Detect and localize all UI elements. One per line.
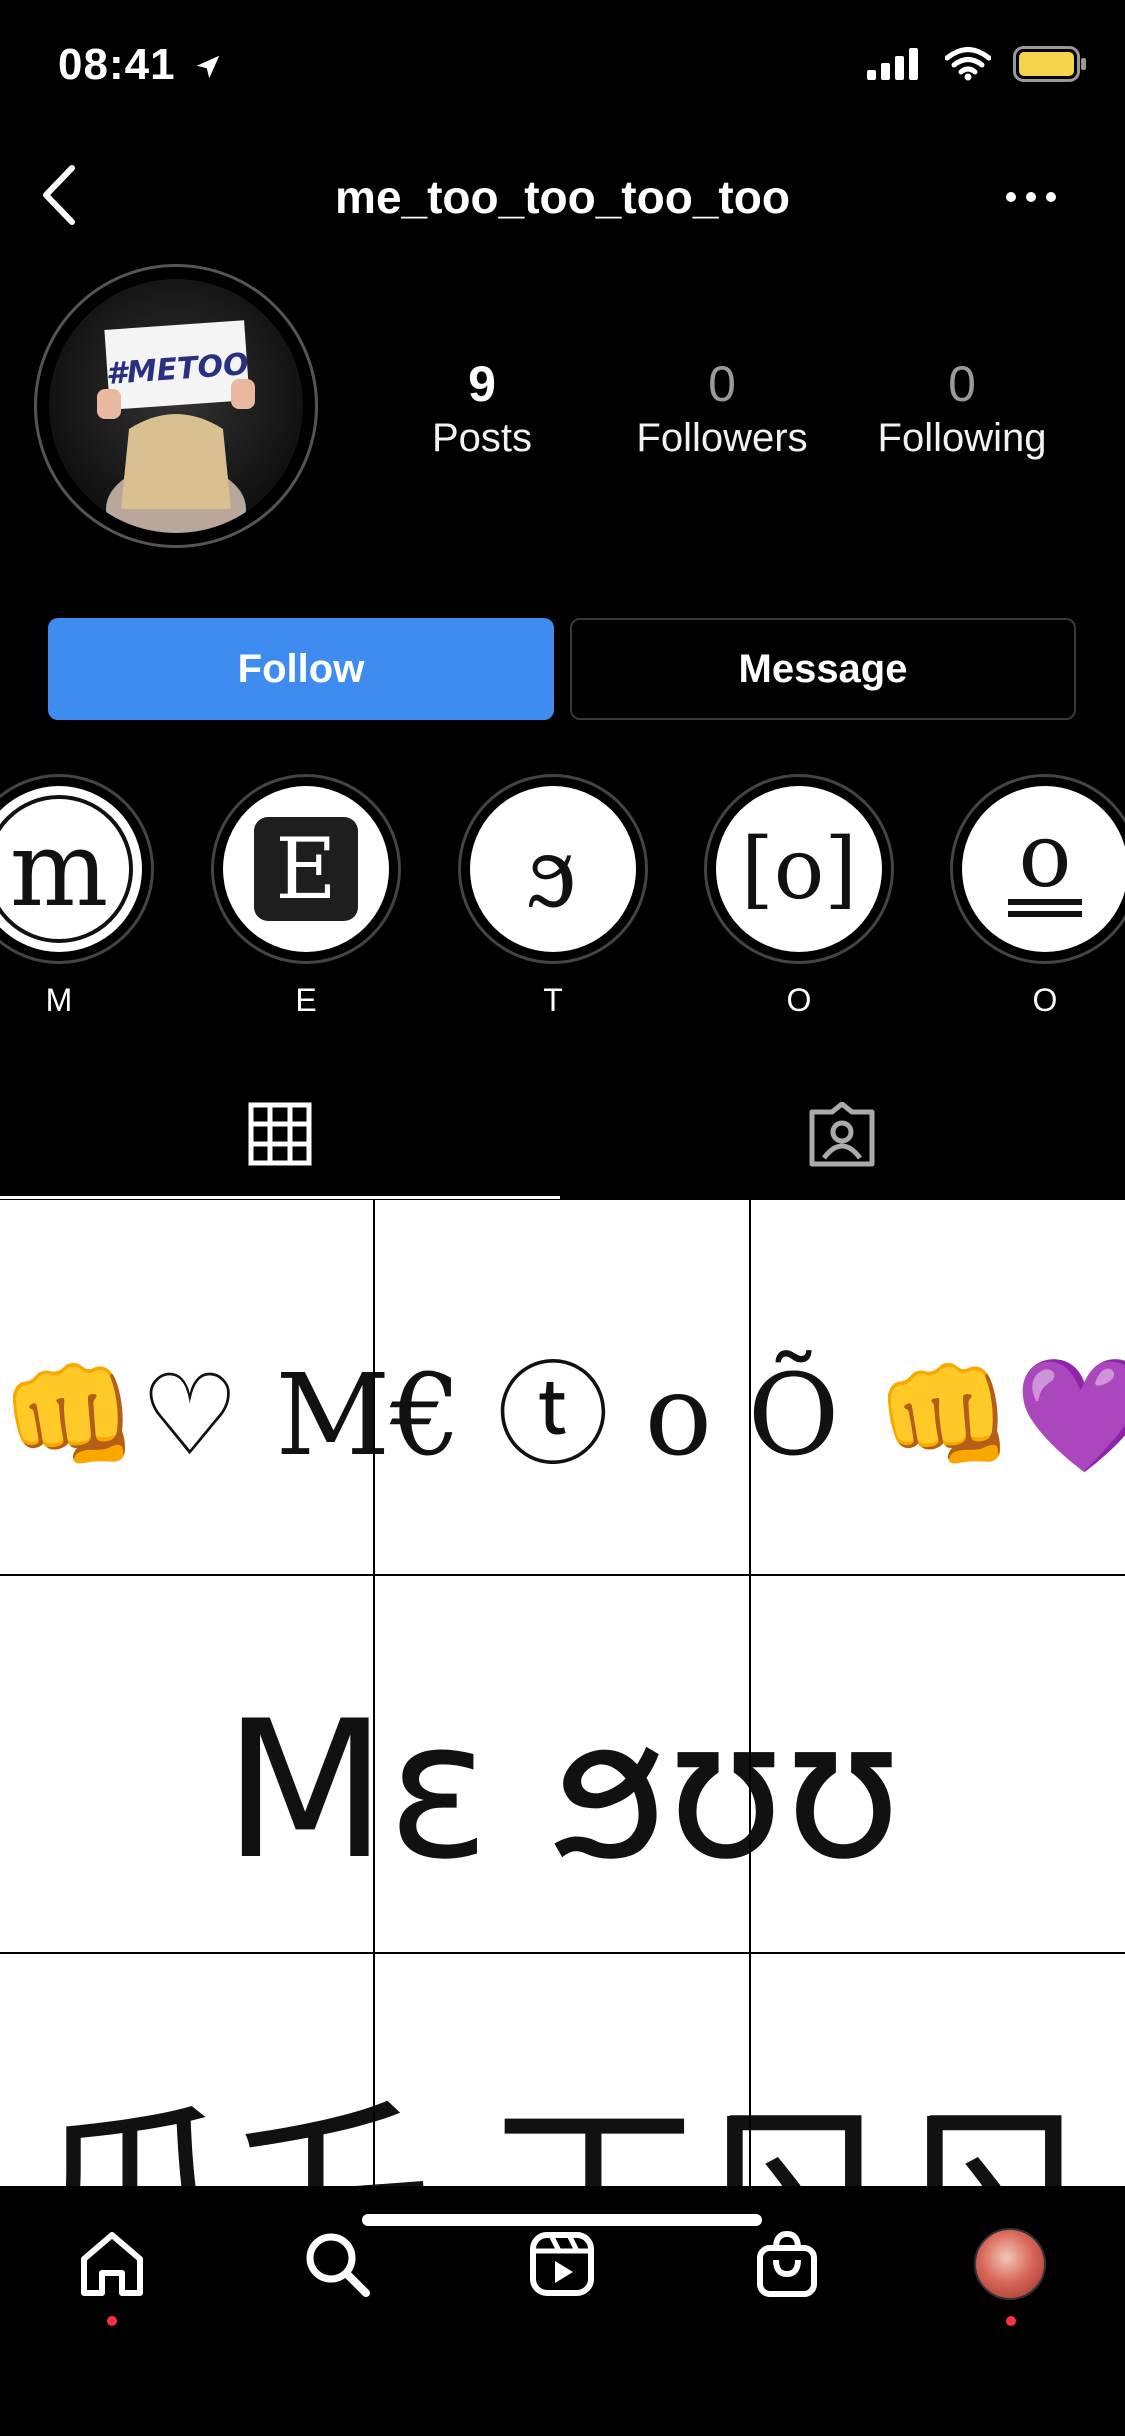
grid-post[interactable] [751,1200,1125,1574]
nav-search[interactable] [297,2224,377,2304]
following-label: Following [877,416,1047,460]
notification-dot [107,2316,117,2326]
nav-profile[interactable] [970,2224,1050,2304]
grid-post[interactable] [0,1576,373,1952]
reels-icon [530,2232,594,2296]
highlight-e[interactable]: E [211,774,401,964]
grid-post[interactable] [375,1576,749,1952]
nav-reels[interactable] [522,2224,602,2304]
nav-shop[interactable] [747,2224,827,2304]
highlight-glyph: ϧ [470,786,636,952]
highlight-cover: o [962,786,1125,952]
grid-icon[interactable] [248,1102,312,1166]
followers-count: 0 [708,356,736,412]
signal-icon [867,48,918,80]
follow-button[interactable]: Follow [48,618,554,720]
message-button[interactable]: Message [570,618,1076,720]
notification-dot [1006,2316,1016,2326]
followers-label: Followers [636,416,808,460]
grid-post[interactable] [0,1200,373,1574]
grid-post[interactable] [751,1576,1125,1952]
highlight-cover: E [223,786,389,952]
posts-count: 9 [468,356,496,412]
home-icon [81,2232,143,2296]
active-tab-indicator [0,1196,560,1199]
status-time-text: 08:41 [58,40,176,89]
grid-post[interactable] [375,1200,749,1574]
stat-posts[interactable]: 9 Posts [372,355,592,463]
status-icons [867,46,1087,82]
highlight-label: O [1032,982,1058,1018]
highlight-label: T [543,982,563,1018]
highlight-label: O [786,982,812,1018]
highlight-m[interactable]: m [0,774,154,964]
location-arrow-icon [196,56,220,79]
nav-home[interactable] [72,2224,152,2304]
more-options-icon[interactable] [1001,182,1061,212]
underline-bar [1008,899,1082,905]
highlight-cover: m [0,786,142,952]
wifi-icon [945,47,991,81]
avatar-illustration: #METOO [97,320,255,533]
highlight-label: E [295,982,317,1018]
search-icon [306,2233,370,2297]
stat-followers[interactable]: 0 Followers [612,355,832,463]
highlight-label: M [45,982,73,1018]
avatar-photo: #METOO [49,279,303,533]
following-count: 0 [948,356,976,412]
highlight-glyph: E [254,817,358,921]
status-time: 08:41 [58,40,223,90]
posts-label: Posts [431,416,533,460]
shop-icon [757,2230,817,2297]
highlight-glyph: m [0,795,133,943]
profile-avatar-icon [974,2228,1046,2300]
battery-icon [1013,46,1086,82]
profile-avatar[interactable]: #METOO [34,264,318,548]
highlight-o-brackets[interactable]: [o] [704,774,894,964]
tagged-icon[interactable] [808,1102,876,1168]
profile-username: me_too_too_too_too [335,171,790,223]
highlight-t[interactable]: ϧ [458,774,648,964]
highlight-o-underlined[interactable]: o [950,774,1125,964]
stat-following[interactable]: 0 Following [852,355,1072,463]
highlight-glyph: o [1018,804,1072,907]
highlight-glyph: [o] [716,786,882,952]
home-indicator [362,2214,762,2226]
underline-bar [1008,911,1082,917]
